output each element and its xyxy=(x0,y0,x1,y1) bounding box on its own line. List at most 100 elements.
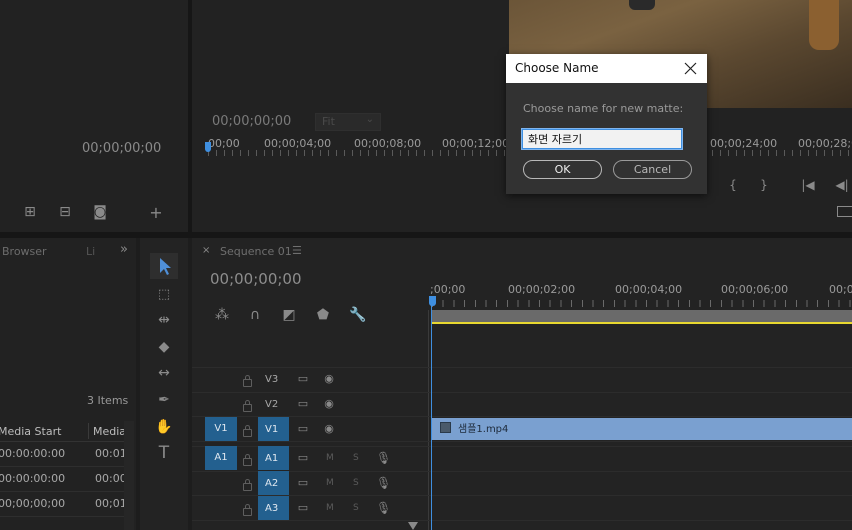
matte-name-input[interactable]: 화면 자르기 xyxy=(522,129,682,149)
mute-button[interactable]: M xyxy=(326,453,334,463)
sync-lock-icon[interactable]: ▭ xyxy=(295,476,311,490)
nest-icon[interactable]: ⁂ xyxy=(214,308,230,322)
dialog-title: Choose Name xyxy=(515,61,599,75)
timeline-ruler-ticks[interactable] xyxy=(432,300,852,307)
track-row-v3[interactable] xyxy=(192,367,852,393)
program-playhead[interactable] xyxy=(205,142,211,152)
lock-icon[interactable] xyxy=(243,454,252,466)
ripple-edit-icon[interactable]: ⇹ xyxy=(154,313,174,327)
timeline-ruler-label: 00;00;02;00 xyxy=(508,283,576,296)
microphone-icon[interactable]: 🎙 xyxy=(376,476,391,490)
overwrite-icon[interactable]: ⊟ xyxy=(55,205,75,219)
wrench-icon[interactable]: 🔧 xyxy=(349,308,366,322)
close-tab-icon[interactable]: × xyxy=(202,245,210,256)
clip-name: 샘플1.mp4 xyxy=(458,424,509,435)
project-panel: Browser Li » 3 Items Media Start Media 0… xyxy=(0,238,136,530)
program-ruler-label: 00;00;04;00 xyxy=(264,137,332,150)
selection-tool[interactable] xyxy=(150,253,178,279)
list-item[interactable]: 00;00;00;00 00;01 xyxy=(0,492,127,517)
sync-lock-icon[interactable]: ▭ xyxy=(295,397,311,411)
add-marker-icon[interactable]: ⬟ xyxy=(315,308,331,322)
program-timecode[interactable]: 00;00;00;00 xyxy=(212,114,291,129)
mark-in-icon[interactable]: { xyxy=(727,178,739,192)
eye-icon[interactable]: ◉ xyxy=(321,422,337,436)
timeline-playhead-line[interactable] xyxy=(431,304,432,530)
video-clip[interactable]: 샘플1.mp4 xyxy=(432,418,852,440)
pen-icon[interactable]: ✒ xyxy=(154,393,174,407)
sync-lock-icon[interactable]: ▭ xyxy=(295,501,311,515)
snap-magnet-icon[interactable]: ∩ xyxy=(247,308,263,322)
razor-icon[interactable]: ◆ xyxy=(154,340,174,354)
sync-lock-icon[interactable]: ▭ xyxy=(295,372,311,386)
panel-overflow-icon[interactable]: » xyxy=(120,242,128,257)
track-label-a2[interactable]: A2 xyxy=(265,478,278,489)
track-label-v3[interactable]: V3 xyxy=(265,374,278,385)
solo-button[interactable]: S xyxy=(353,503,359,513)
step-back-icon[interactable]: ◀| xyxy=(832,178,852,192)
zoom-select[interactable]: Fit ⌄ xyxy=(315,113,381,131)
lock-icon[interactable] xyxy=(243,504,252,516)
tab-menu-icon[interactable]: ☰ xyxy=(292,244,302,257)
sequence-timecode[interactable]: 00;00;00;00 xyxy=(210,270,302,288)
hand-icon[interactable]: ✋ xyxy=(154,420,174,434)
solo-button[interactable]: S xyxy=(353,453,359,463)
mute-button[interactable]: M xyxy=(326,478,334,488)
mark-out-icon[interactable]: } xyxy=(758,178,770,192)
track-select-icon[interactable]: ⬚ xyxy=(154,288,174,302)
eye-icon[interactable]: ◉ xyxy=(321,372,337,386)
source-monitor-panel: 00;00;00;00 ⊞ ⊟ ◙ + xyxy=(0,0,188,232)
lock-icon[interactable] xyxy=(243,425,252,437)
go-to-in-icon[interactable]: |◀ xyxy=(800,178,816,192)
linked-selection-icon[interactable]: ◩ xyxy=(281,308,297,322)
source-patch-a1[interactable]: A1 xyxy=(205,446,237,470)
type-tool-icon[interactable]: T xyxy=(154,445,174,462)
dialog-prompt: Choose name for new matte: xyxy=(523,102,684,115)
track-label-v1[interactable]: V1 xyxy=(265,424,278,435)
column-header-media[interactable]: Media xyxy=(93,425,126,438)
list-item[interactable]: 00:00:00:00 00:00 xyxy=(0,467,127,492)
track-row-v2[interactable] xyxy=(192,392,852,417)
track-label-v2[interactable]: V2 xyxy=(265,399,278,410)
tab-media-browser[interactable]: Browser xyxy=(2,245,47,258)
timeline-ruler-label: 00;0 xyxy=(829,283,852,296)
lock-icon[interactable] xyxy=(243,400,252,412)
add-button-icon[interactable]: + xyxy=(147,205,165,221)
track-row-a2[interactable] xyxy=(192,471,852,496)
cancel-button[interactable]: Cancel xyxy=(613,160,692,179)
ok-button[interactable]: OK xyxy=(523,160,602,179)
track-row-a3[interactable] xyxy=(192,496,852,521)
tab-sequence[interactable]: Sequence 01 xyxy=(220,245,292,258)
solo-button[interactable]: S xyxy=(353,478,359,488)
lock-icon[interactable] xyxy=(243,375,252,387)
sync-lock-icon[interactable]: ▭ xyxy=(295,451,311,465)
scrollbar[interactable] xyxy=(124,421,134,530)
track-row-a1[interactable] xyxy=(192,446,852,472)
lock-icon[interactable] xyxy=(243,479,252,491)
camera-icon[interactable]: ◙ xyxy=(90,205,110,219)
microphone-icon[interactable]: 🎙 xyxy=(376,501,391,515)
work-area-bar[interactable] xyxy=(432,310,852,322)
export-frame-icon[interactable] xyxy=(837,206,852,217)
eye-icon[interactable]: ◉ xyxy=(321,397,337,411)
close-icon[interactable] xyxy=(684,62,697,75)
slip-icon[interactable]: ↔ xyxy=(154,366,174,380)
source-patch-v1[interactable]: V1 xyxy=(205,417,237,441)
tab-libraries[interactable]: Li xyxy=(86,245,95,258)
matte-name-value: 화면 자르기 xyxy=(528,133,583,146)
list-item[interactable]: 00:00:00:00 00:01 xyxy=(0,442,127,467)
track-label-a3[interactable]: A3 xyxy=(265,503,278,514)
sync-lock-icon[interactable]: ▭ xyxy=(295,422,311,436)
column-header-row: Media Start Media xyxy=(0,421,126,442)
selection-arrow-icon xyxy=(160,258,171,275)
column-header-media-start[interactable]: Media Start xyxy=(0,425,61,438)
timeline-ruler-label: 00;00;04;00 xyxy=(615,283,683,296)
dialog-titlebar[interactable]: Choose Name xyxy=(506,54,707,83)
microphone-icon[interactable]: 🎙 xyxy=(376,451,391,465)
source-timecode[interactable]: 00;00;00;00 xyxy=(82,141,161,156)
insert-icon[interactable]: ⊞ xyxy=(20,205,40,219)
media-start-cell: 00:00:00:00 xyxy=(0,472,66,485)
column-divider[interactable] xyxy=(88,423,89,439)
track-label-a1[interactable]: A1 xyxy=(265,453,278,464)
work-area-line[interactable] xyxy=(432,322,852,324)
mute-button[interactable]: M xyxy=(326,503,334,513)
